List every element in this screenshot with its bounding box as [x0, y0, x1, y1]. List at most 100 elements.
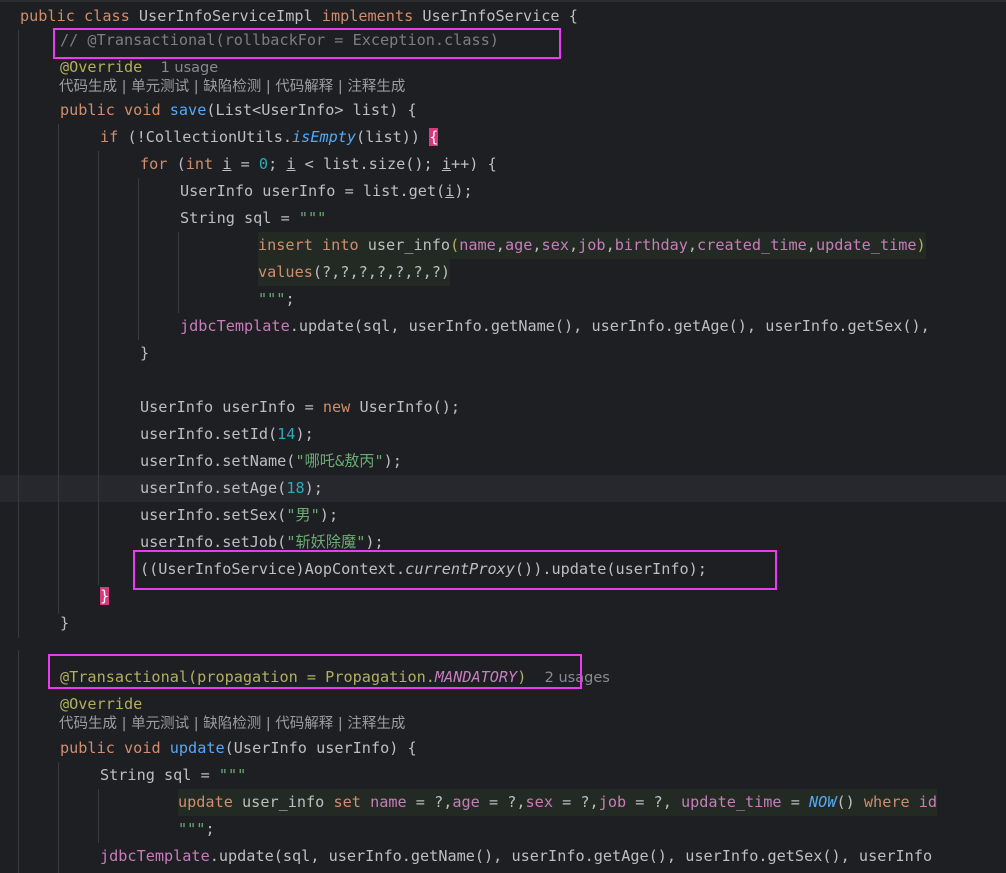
code-editor[interactable]: public class UserInfoServiceImpl impleme…	[0, 0, 1006, 873]
interface-name: UserInfoService	[422, 7, 560, 25]
sql-column: age	[504, 236, 533, 254]
string: """	[258, 290, 286, 308]
string: "斩妖除魔"	[286, 533, 366, 551]
code-text: );	[383, 452, 402, 470]
sql-column: birthday	[614, 236, 688, 254]
code-line-save-method: public void save(List<UserInfo> list) {	[60, 97, 417, 124]
code-text: = ?,	[552, 793, 599, 811]
keyword: void	[124, 101, 161, 119]
sql-column: name	[459, 236, 496, 254]
indent-guide	[138, 178, 139, 340]
sql-column: id	[918, 793, 938, 811]
code-line-jdbc-insert: jdbcTemplate.update(sql, userInfo.getNam…	[180, 313, 930, 340]
indent-guide	[18, 650, 19, 873]
code-text: );	[454, 182, 473, 200]
keyword: public	[60, 101, 115, 119]
sql-column: sex	[525, 793, 553, 811]
code-line-get-userinfo: UserInfo userInfo = list.get(i);	[180, 178, 473, 205]
brace: }	[60, 614, 70, 632]
codelens-actions[interactable]: 代码生成 | 单元测试 | 缺陷检测 | 代码解释 | 注释生成	[59, 711, 405, 738]
code-text: (	[167, 155, 186, 173]
indent-guide	[98, 789, 99, 843]
paren: (	[450, 236, 460, 254]
code-line-close-for: }	[140, 340, 149, 367]
code-text: String sql =	[100, 766, 219, 784]
code-text: ;	[205, 820, 215, 838]
method-params: (List<UserInfo> list) {	[206, 101, 417, 119]
sql-column: name	[370, 793, 407, 811]
sql-table: user_info	[242, 793, 325, 811]
sql-column: sex	[541, 236, 569, 254]
string: "哪吒&敖丙"	[295, 452, 384, 470]
number: 18	[286, 479, 305, 497]
sql-column: update_time	[815, 236, 917, 254]
variable: i	[441, 155, 451, 173]
code-line-sql-update: update user_info set name = ?,age = ?,se…	[178, 789, 938, 816]
string: """	[298, 209, 327, 227]
editor-top-border	[0, 0, 1006, 2]
code-text: < list.size();	[295, 155, 442, 173]
code-text: userInfo.setName(	[140, 452, 296, 470]
code-text: (!CollectionUtils.	[118, 128, 293, 146]
keyword: int	[185, 155, 214, 173]
method-call: isEmpty	[292, 128, 357, 146]
keyword: implements	[321, 7, 414, 25]
indent-guide	[178, 232, 179, 313]
code-line-close-method: }	[60, 610, 69, 637]
code-line-sql-string: String sql = """	[180, 205, 326, 232]
code-text: .update(sql, userInfo.getName(), userInf…	[289, 317, 930, 335]
sql-keyword: where	[863, 793, 910, 811]
code-line-sql-end: """;	[258, 286, 295, 313]
matched-brace: {	[429, 128, 439, 146]
code-text: = ?,	[406, 793, 453, 811]
code-line-sql-string: String sql = """	[100, 762, 246, 789]
indent-guide	[58, 124, 59, 614]
paren: )	[916, 236, 926, 254]
code-text: ;	[268, 155, 287, 173]
code-text: ++) {	[451, 155, 497, 173]
variable: i	[445, 182, 455, 200]
sql-function: NOW	[809, 793, 837, 811]
sql-column: job	[578, 236, 606, 254]
code-text: );	[304, 479, 323, 497]
code-text: (list))	[356, 128, 430, 146]
sql-params: (?,?,?,?,?,?,?)	[312, 263, 451, 281]
code-text: ()	[836, 793, 864, 811]
variable: i	[286, 155, 296, 173]
sql-keyword: set	[333, 793, 361, 811]
string: """	[178, 820, 206, 838]
number: 14	[277, 425, 296, 443]
code-line-sql-end: """;	[178, 816, 215, 843]
method-name: update	[169, 739, 225, 757]
number: 0	[258, 155, 269, 173]
code-line-new-userinfo: UserInfo userInfo = new UserInfo();	[140, 394, 460, 421]
brace: {	[568, 7, 578, 25]
string: "男"	[286, 506, 320, 524]
code-line-set-sex: userInfo.setSex("男");	[140, 502, 338, 529]
field: jdbcTemplate	[180, 317, 290, 335]
code-line-sql-values: values(?,?,?,?,?,?,?)	[258, 259, 451, 286]
keyword: class	[84, 7, 130, 25]
code-text: );	[365, 533, 384, 551]
code-line-if: if (!CollectionUtils.isEmpty(list)) {	[100, 124, 439, 151]
code-text: );	[319, 506, 339, 524]
method-name: save	[169, 101, 207, 119]
field: jdbcTemplate	[100, 847, 210, 865]
code-text: userInfo.setId(	[140, 425, 278, 443]
code-text: .update(sql, userInfo.getName(), userInf…	[209, 847, 933, 865]
sql-keyword: values	[258, 263, 313, 281]
code-line-close-if: }	[100, 583, 110, 610]
code-text: UserInfo();	[350, 398, 461, 416]
keyword: public	[20, 7, 75, 25]
code-line-set-name: userInfo.setName("哪吒&敖丙");	[140, 448, 402, 475]
code-text: userInfo.setSex(	[140, 506, 287, 524]
sql-keyword: insert	[258, 236, 313, 254]
code-text: = ?,	[626, 793, 681, 811]
code-text: = ?,	[479, 793, 526, 811]
sql-column: created_time	[697, 236, 807, 254]
code-line-sql-insert: insert into user_info(name,age,sex,job,b…	[258, 232, 926, 259]
sql-column: update_time	[681, 793, 782, 811]
method-params: (UserInfo userInfo) {	[224, 739, 417, 757]
code-text: UserInfo userInfo = list.get(	[180, 182, 446, 200]
code-text: =	[781, 793, 810, 811]
